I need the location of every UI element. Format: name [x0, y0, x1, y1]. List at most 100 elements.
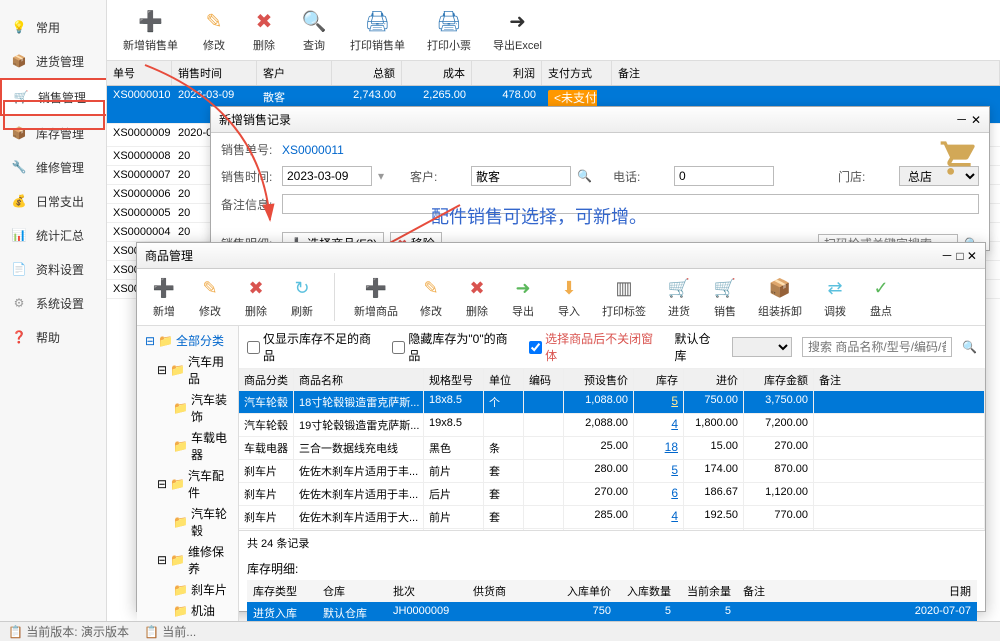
goods-toolbar-btn-14[interactable]: ⇄调拨 — [816, 273, 854, 321]
goods-toolbar-btn-2[interactable]: ✖删除 — [237, 273, 275, 321]
folder-icon: 📁 — [158, 334, 173, 348]
sidebar-item-2[interactable]: 🛒销售管理 — [0, 78, 106, 116]
goods-row[interactable]: 车载电器三合一数据线充电线黑色条25.001815.00270.00 — [239, 437, 985, 460]
low-stock-checkbox[interactable]: 仅显示库存不足的商品 — [247, 330, 382, 364]
col-header[interactable]: 备注 — [612, 61, 1000, 85]
toolbar-btn-1[interactable]: ✎修改 — [194, 5, 234, 55]
goods-modal: 商品管理 － □ ✕ ➕新增✎修改✖删除↻刷新➕新增商品✎修改✖删除➜导出⬇导入… — [136, 242, 986, 612]
sidebar-item-7[interactable]: 📄资料设置 — [0, 252, 106, 286]
goods-toolbar-btn-0[interactable]: ➕新增 — [145, 273, 183, 321]
goods-search-input[interactable] — [802, 337, 952, 357]
goods-row[interactable]: 刹车片佐佐木刹车片适用于丰...后片套270.006186.671,120.00 — [239, 483, 985, 506]
toolbar-btn-6[interactable]: ➜导出Excel — [487, 5, 548, 55]
goods-col-header[interactable]: 商品分类 — [239, 369, 294, 391]
stock-detail-header: 库存类型仓库批次供货商入库单价入库数量当前余量备注日期 — [247, 580, 977, 602]
goods-row[interactable]: 汽车轮毂19寸轮毂锻造雷克萨斯...19x8.52,088.0041,800.0… — [239, 414, 985, 437]
goods-toolbar-btn-10[interactable]: ▥打印标签 — [596, 273, 652, 321]
default-wh-select[interactable] — [732, 337, 792, 357]
sidebar-item-3[interactable]: 📦库存管理 — [0, 116, 106, 150]
new-sale-modal: 新增销售记录 － ✕ 销售单号: XS0000011 销售时间: ▾ 客户: 🔍… — [210, 106, 990, 251]
tree-item[interactable]: 📁 刹车片 — [141, 579, 234, 600]
search-icon[interactable]: 🔍 — [577, 169, 592, 183]
sale-time-input[interactable] — [282, 166, 372, 186]
goods-toolbar-btn-8[interactable]: ➜导出 — [504, 273, 542, 321]
sidebar-icon: 💰 — [10, 192, 28, 210]
toolbar-btn-0[interactable]: ➕ 新增销售单 — [117, 5, 184, 55]
goods-toolbar-btn-6[interactable]: ✎修改 — [412, 273, 450, 321]
sidebar-item-1[interactable]: 📦进货管理 — [0, 44, 106, 78]
goods-col-header[interactable]: 编码 — [524, 369, 564, 391]
col-header[interactable]: 利润 — [472, 61, 542, 85]
toolbar-icon: ➜ — [503, 7, 531, 35]
goods-toolbar-btn-13[interactable]: 📦组装拆卸 — [752, 273, 808, 321]
sidebar-label: 日常支出 — [36, 193, 84, 210]
goods-toolbar-btn-11[interactable]: 🛒进货 — [660, 273, 698, 321]
toolbar-label: 刷新 — [291, 303, 313, 319]
phone-input[interactable] — [674, 166, 774, 186]
tree-item[interactable]: ⊟ 📁 汽车用品 — [141, 351, 234, 389]
toolbar-btn-4[interactable]: 🖨打印销售单 — [344, 5, 411, 55]
tree-item[interactable]: 📁 汽车装饰 — [141, 389, 234, 427]
goods-row[interactable]: 刹车片佐佐木刹车片适用于大...前片套285.004192.50770.00 — [239, 506, 985, 529]
tree-item[interactable]: 📁 车载电器 — [141, 427, 234, 465]
goods-row[interactable]: 汽车轮毂18寸轮毂锻造雷克萨斯...18x8.5个1,088.005750.00… — [239, 391, 985, 414]
version-label: 📋 当前版本: 演示版本 — [8, 623, 129, 640]
close-icon[interactable]: － ✕ — [956, 111, 981, 128]
toolbar-label: 删除 — [466, 303, 488, 319]
goods-toolbar-btn-9[interactable]: ⬇导入 — [550, 273, 588, 321]
folder-icon: 📁 — [173, 515, 188, 529]
goods-toolbar-btn-1[interactable]: ✎修改 — [191, 273, 229, 321]
goods-col-header[interactable]: 备注 — [814, 369, 985, 391]
tree-item[interactable]: 📁 汽车轮毂 — [141, 503, 234, 541]
toolbar-label: 打印小票 — [427, 37, 471, 53]
toolbar-label: 销售 — [714, 303, 736, 319]
goods-toolbar-btn-5[interactable]: ➕新增商品 — [348, 273, 404, 321]
goods-col-header[interactable]: 商品名称 — [294, 369, 424, 391]
sidebar-item-0[interactable]: 💡常用 — [0, 10, 106, 44]
goods-col-header[interactable]: 库存 — [634, 369, 684, 391]
goods-toolbar-btn-3[interactable]: ↻刷新 — [283, 273, 321, 321]
toolbar-label: 调拨 — [824, 303, 846, 319]
goods-toolbar-btn-12[interactable]: 🛒销售 — [706, 273, 744, 321]
toolbar-btn-3[interactable]: 🔍查询 — [294, 5, 334, 55]
note-label: 备注信息: — [221, 196, 276, 213]
goods-col-header[interactable]: 库存金额 — [744, 369, 814, 391]
toolbar-label: 新增销售单 — [123, 37, 178, 53]
search-icon[interactable]: 🔍 — [962, 340, 977, 354]
goods-col-header[interactable]: 进价 — [684, 369, 744, 391]
goods-toolbar-btn-7[interactable]: ✖删除 — [458, 273, 496, 321]
customer-input[interactable] — [471, 166, 571, 186]
hide-zero-checkbox[interactable]: 隐藏库存为"0"的商品 — [392, 330, 519, 364]
toolbar-btn-2[interactable]: ✖删除 — [244, 5, 284, 55]
keep-open-checkbox[interactable]: 选择商品后不关闭窗体 — [529, 330, 664, 364]
sidebar-item-4[interactable]: 🔧维修管理 — [0, 150, 106, 184]
col-header[interactable]: 支付方式 — [542, 61, 612, 85]
main-toolbar: ➕ 新增销售单 ✎修改✖删除🔍查询🖨打印销售单🖨打印小票➜导出Excel — [107, 0, 1000, 61]
window-controls[interactable]: － □ ✕ — [941, 247, 977, 264]
goods-row[interactable]: 刹车片佐佐木刹车片适用于丰...前片套280.005174.00870.00 — [239, 460, 985, 483]
toolbar-btn-5[interactable]: 🖨打印小票 — [421, 5, 477, 55]
goods-toolbar-btn-15[interactable]: ✓盘点 — [862, 273, 900, 321]
col-header[interactable]: 客户 — [257, 61, 332, 85]
sidebar-item-6[interactable]: 📊统计汇总 — [0, 218, 106, 252]
sidebar-item-5[interactable]: 💰 日常支出 — [0, 184, 106, 218]
toolbar-label: 删除 — [245, 303, 267, 319]
toolbar-icon: 📦 — [767, 275, 793, 301]
tree-item[interactable]: ⊟ 📁 全部分类 — [141, 330, 234, 351]
goods-col-header[interactable]: 规格型号 — [424, 369, 484, 391]
sidebar: 💡常用📦进货管理🛒销售管理📦库存管理🔧维修管理 💰 日常支出 📊统计汇总📄资料设置⚙系… — [0, 0, 107, 641]
tree-item[interactable]: ⊟ 📁 汽车配件 — [141, 465, 234, 503]
sidebar-item-8[interactable]: ⚙系统设置 — [0, 286, 106, 320]
tree-item[interactable]: 📁 机油 — [141, 600, 234, 621]
col-header[interactable]: 总额 — [332, 61, 402, 85]
toolbar-icon: ➕ — [137, 7, 165, 35]
tree-item[interactable]: ⊟ 📁 维修保养 — [141, 541, 234, 579]
goods-col-header[interactable]: 预设售价 — [564, 369, 634, 391]
goods-col-header[interactable]: 单位 — [484, 369, 524, 391]
col-header[interactable]: 销售时间 — [172, 61, 257, 85]
sidebar-item-9[interactable]: ❓帮助 — [0, 320, 106, 354]
col-header[interactable]: 成本 — [402, 61, 472, 85]
col-header[interactable]: 单号 — [107, 61, 172, 85]
calendar-icon[interactable]: ▾ — [378, 169, 384, 183]
sidebar-label: 统计汇总 — [36, 227, 84, 244]
